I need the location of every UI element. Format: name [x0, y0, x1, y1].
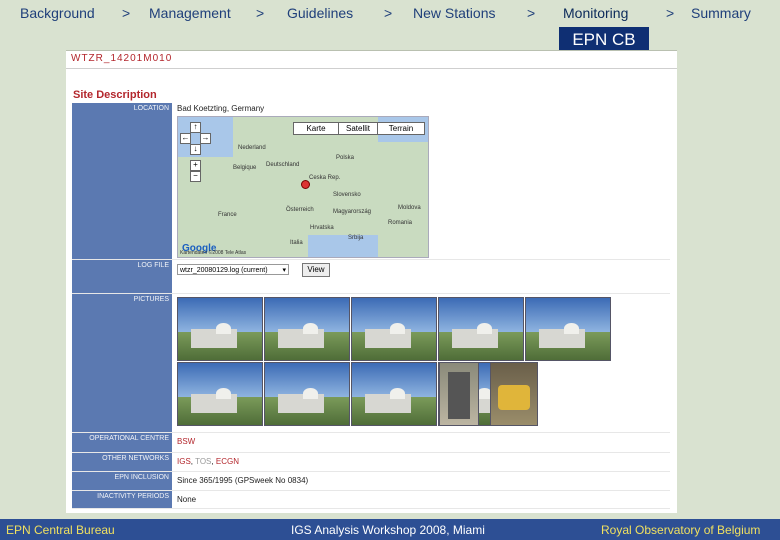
equipment-rack-photo[interactable]: [439, 362, 479, 426]
photo-antenna: [215, 387, 231, 399]
log-file-selected: wtzr_20080129.log (current): [180, 267, 268, 274]
site-photo-4[interactable]: [438, 297, 524, 361]
photo-antenna: [389, 322, 405, 334]
log-file-select[interactable]: wtzr_20080129.log (current) ▾: [177, 264, 289, 275]
map-type-karte[interactable]: Karte: [293, 122, 339, 135]
view-button[interactable]: View: [302, 263, 330, 277]
network-link-igs[interactable]: IGS: [177, 457, 191, 466]
map-label: France: [218, 212, 237, 218]
map-label: Deutschland: [266, 162, 300, 168]
map-type-terrain[interactable]: Terrain: [377, 122, 425, 135]
row-epn-inclusion: EPN INCLUSION Since 365/1995 (GPSweek No…: [72, 472, 670, 491]
chevron-down-icon: ▾: [282, 267, 286, 274]
photo-antenna: [302, 322, 318, 334]
pan-up-icon[interactable]: ↑: [190, 122, 201, 133]
map-label: Belgique: [233, 165, 257, 171]
location-pin-icon[interactable]: [301, 180, 310, 189]
nav-separator: >: [527, 5, 536, 21]
other-networks-value: IGS, TOS, ECGN: [177, 457, 239, 466]
map-label: Moldova: [398, 205, 421, 211]
nav-separator: >: [122, 5, 131, 21]
map-label: Nederland: [238, 145, 266, 151]
row-label: EPN INCLUSION: [72, 472, 172, 490]
pan-right-icon[interactable]: →: [200, 133, 211, 144]
map-label: Hrvatska: [310, 225, 334, 231]
map-type-satellit[interactable]: Satellit: [338, 122, 378, 135]
map-label: Magyarország: [333, 209, 372, 215]
nav-new-stations[interactable]: New Stations: [413, 5, 495, 21]
network-link-tos[interactable]: TOS: [195, 457, 211, 466]
photo-antenna: [302, 387, 318, 399]
map-sea: [308, 235, 378, 257]
site-photo-1[interactable]: [177, 297, 263, 361]
inactivity-periods-value: None: [177, 495, 197, 504]
map-label: Slovensko: [333, 192, 361, 198]
station-page: WTZR_14201M010 Site Description LOCATION…: [66, 50, 677, 513]
map-label: Österreich: [286, 207, 314, 213]
map-label: Srbija: [348, 235, 364, 241]
row-label: LOCATION: [72, 103, 172, 259]
row-inactivity-periods: INACTIVITY PERIODS None: [72, 491, 670, 509]
site-photo-2[interactable]: [264, 297, 350, 361]
site-photo-7[interactable]: [264, 362, 350, 426]
row-other-networks: OTHER NETWORKS IGS, TOS, ECGN: [72, 453, 670, 472]
map-copyright: Kartendaten ©2008 Tele Atlas: [180, 250, 247, 256]
nav-guidelines[interactable]: Guidelines: [287, 5, 353, 21]
row-operational-centre: OPERATIONAL CENTRE BSW: [72, 433, 670, 453]
map-label: Italia: [290, 240, 303, 246]
site-photo-8[interactable]: [351, 362, 437, 426]
row-log-file: LOG FILE wtzr_20080129.log (current) ▾ V…: [72, 260, 670, 294]
nav-monitoring[interactable]: Monitoring: [563, 5, 628, 21]
site-photo-6[interactable]: [177, 362, 263, 426]
site-photo-3[interactable]: [351, 297, 437, 361]
footer-bar: EPN Central Bureau IGS Analysis Workshop…: [0, 519, 780, 540]
row-pictures: PICTURES: [72, 294, 670, 433]
top-navigation: Background > Management > Guidelines > N…: [0, 0, 780, 28]
photo-antenna: [476, 322, 492, 334]
photo-receiver: [497, 384, 531, 410]
photo-antenna: [389, 387, 405, 399]
nav-management[interactable]: Management: [149, 5, 231, 21]
row-label: OPERATIONAL CENTRE: [72, 433, 172, 452]
map-label: Polska: [336, 155, 355, 161]
section-title: Site Description: [73, 89, 157, 101]
photo-antenna: [215, 322, 231, 334]
divider: [66, 68, 677, 69]
zoom-out-icon[interactable]: −: [190, 171, 201, 182]
row-label: OTHER NETWORKS: [72, 453, 172, 471]
location-map[interactable]: Karte Satellit Terrain ↑ ← → ↓ + − Neder…: [177, 116, 429, 258]
nav-background[interactable]: Background: [20, 5, 95, 21]
operational-centre-value: BSW: [177, 437, 195, 446]
pan-down-icon[interactable]: ↓: [190, 144, 201, 155]
site-photo-5[interactable]: [525, 297, 611, 361]
nav-separator: >: [666, 5, 675, 21]
pan-left-icon[interactable]: ←: [180, 133, 191, 144]
photo-antenna: [563, 322, 579, 334]
location-value: Bad Koetzting, Germany: [177, 104, 265, 113]
operational-centre-link[interactable]: BSW: [177, 437, 195, 446]
network-link-ecgn[interactable]: ECGN: [216, 457, 239, 466]
map-label: Romania: [388, 220, 413, 226]
nav-separator: >: [384, 5, 393, 21]
nav-summary[interactable]: Summary: [691, 5, 751, 21]
station-id: WTZR_14201M010: [71, 53, 173, 64]
photo-rack: [447, 372, 471, 419]
row-label: PICTURES: [72, 294, 172, 432]
receiver-photo[interactable]: [490, 362, 538, 426]
epn-inclusion-value: Since 365/1995 (GPSweek No 0834): [177, 476, 309, 485]
zoom-in-icon[interactable]: +: [190, 160, 201, 171]
pin-label: Ceska Rep.: [309, 175, 341, 181]
footer-left: EPN Central Bureau: [6, 523, 115, 537]
footer-right: Royal Observatory of Belgium: [601, 523, 761, 537]
footer-center: IGS Analysis Workshop 2008, Miami: [291, 523, 485, 537]
row-label: LOG FILE: [72, 260, 172, 293]
nav-separator: >: [256, 5, 265, 21]
row-label: INACTIVITY PERIODS: [72, 491, 172, 508]
row-location: LOCATION Bad Koetzting, Germany Karte Sa…: [72, 103, 670, 260]
